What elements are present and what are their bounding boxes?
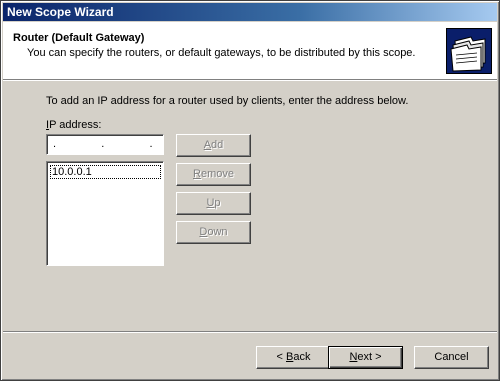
footer-separator [3,331,497,333]
instruction-text: To add an IP address for a router used b… [46,95,409,107]
ip-input-value: . . . [53,138,162,150]
up-button[interactable]: Up [176,192,251,215]
remove-button[interactable]: Remove [176,163,251,186]
remove-accel: R [193,168,201,180]
window-title: New Scope Wizard [7,5,114,19]
down-button[interactable]: Down [176,221,251,244]
list-item[interactable]: 10.0.0.1 [50,165,161,179]
title-bar[interactable]: New Scope Wizard [3,3,497,21]
back-button[interactable]: < Back [256,346,331,369]
wizard-window: New Scope Wizard Router (Default Gateway… [0,0,500,381]
add-button[interactable]: Add [176,134,251,157]
next-rest: ext > [357,351,382,363]
page-title: Router (Default Gateway) [13,32,145,44]
ip-address-input[interactable]: . . . [46,134,164,155]
down-rest: own [207,226,228,238]
page-subtitle: You can specify the routers, or default … [27,47,416,59]
ip-label-rest: P address: [49,119,102,131]
back-rest: ack [293,351,311,363]
router-list[interactable]: 10.0.0.1 [46,161,164,266]
ip-address-label: IP address: [46,119,101,131]
back-prefix: < [276,351,286,363]
remove-rest: emove [200,168,234,180]
add-rest: dd [211,139,224,151]
cancel-button[interactable]: Cancel [414,346,489,369]
up-rest: p [214,197,221,209]
add-accel: A [203,139,212,151]
wizard-header: Router (Default Gateway) You can specify… [3,22,497,81]
folders-icon [446,28,492,74]
next-button[interactable]: Next > [328,346,403,369]
